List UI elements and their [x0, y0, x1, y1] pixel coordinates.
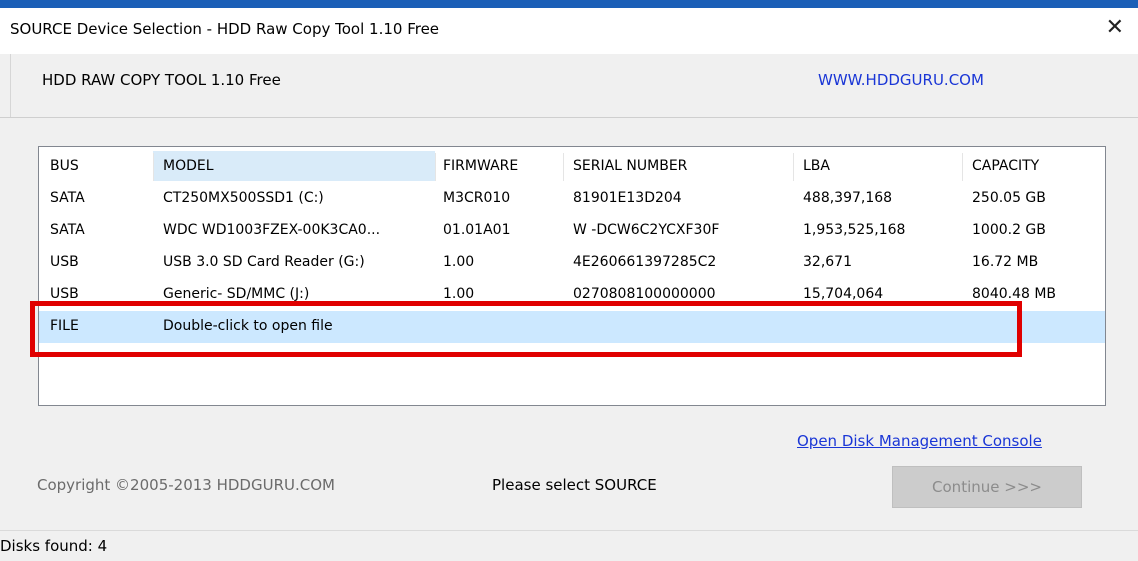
cell-model: CT250MX500SSD1 (C:) — [163, 190, 324, 206]
status-bar: Disks found: 4 — [0, 530, 1138, 561]
open-disk-management-link[interactable]: Open Disk Management Console — [797, 432, 1042, 450]
copyright-text: Copyright ©2005-2013 HDDGURU.COM — [37, 476, 335, 494]
window-top-strip — [0, 0, 1138, 8]
cell-serial: 4E260661397285C2 — [573, 254, 717, 270]
column-separator — [563, 153, 564, 181]
column-separator — [962, 153, 963, 181]
table-row[interactable]: SATA CT250MX500SSD1 (C:) M3CR010 81901E1… — [39, 183, 1105, 215]
cell-serial: 81901E13D204 — [573, 190, 682, 206]
cell-firmware: 1.00 — [443, 254, 475, 270]
close-icon[interactable]: ✕ — [1106, 17, 1124, 39]
cell-bus: USB — [50, 254, 79, 270]
cell-firmware: 01.01A01 — [443, 222, 511, 238]
cell-bus: FILE — [50, 318, 79, 334]
column-header-firmware[interactable]: FIRMWARE — [443, 158, 518, 174]
column-header-lba[interactable]: LBA — [803, 158, 830, 174]
table-row[interactable]: SATA WDC WD1003FZEX-00K3CA0... 01.01A01 … — [39, 215, 1105, 247]
column-header-model[interactable]: MODEL — [163, 158, 214, 174]
column-header-capacity[interactable]: CAPACITY — [972, 158, 1039, 174]
table-row-file[interactable]: FILE Double-click to open file — [39, 311, 1105, 343]
cell-capacity: 250.05 GB — [972, 190, 1046, 206]
cell-lba: 32,671 — [803, 254, 852, 270]
status-message: Please select SOURCE — [492, 476, 657, 494]
cell-model: USB 3.0 SD Card Reader (G:) — [163, 254, 365, 270]
cell-lba: 15,704,064 — [803, 286, 884, 302]
cell-model: Generic- SD/MMC (J:) — [163, 286, 310, 302]
window-title: SOURCE Device Selection - HDD Raw Copy T… — [10, 20, 440, 38]
cell-capacity: 1000.2 GB — [972, 222, 1046, 238]
website-link[interactable]: WWW.HDDGURU.COM — [818, 71, 984, 89]
cell-bus: USB — [50, 286, 79, 302]
cell-bus: SATA — [50, 222, 85, 238]
column-header-bus[interactable]: BUS — [50, 158, 79, 174]
cell-capacity: 8040.48 MB — [972, 286, 1057, 302]
cell-capacity: 16.72 MB — [972, 254, 1039, 270]
cell-serial: W -DCW6C2YCXF30F — [573, 222, 720, 238]
header-panel: HDD RAW COPY TOOL 1.10 Free WWW.HDDGURU.… — [0, 54, 1138, 118]
cell-firmware: 1.00 — [443, 286, 475, 302]
column-separator — [1105, 153, 1106, 181]
continue-button[interactable]: Continue >>> — [892, 466, 1082, 508]
cell-firmware: M3CR010 — [443, 190, 511, 206]
cell-lba: 1,953,525,168 — [803, 222, 906, 238]
column-header-serial-number[interactable]: SERIAL NUMBER — [573, 158, 687, 174]
column-separator — [435, 153, 436, 181]
header-divider — [10, 54, 11, 117]
column-separator — [793, 153, 794, 181]
cell-bus: SATA — [50, 190, 85, 206]
cell-model: Double-click to open file — [163, 318, 333, 334]
table-row[interactable]: USB Generic- SD/MMC (J:) 1.00 0270808100… — [39, 279, 1105, 311]
table-row[interactable]: USB USB 3.0 SD Card Reader (G:) 1.00 4E2… — [39, 247, 1105, 279]
column-separator — [153, 153, 154, 181]
table-header: BUS MODEL FIRMWARE SERIAL NUMBER LBA CAP… — [39, 149, 1105, 183]
disks-found-label: Disks found: 4 — [0, 537, 108, 555]
cell-lba: 488,397,168 — [803, 190, 893, 206]
app-name: HDD RAW COPY TOOL 1.10 Free — [42, 71, 281, 89]
device-list[interactable]: BUS MODEL FIRMWARE SERIAL NUMBER LBA CAP… — [38, 146, 1106, 406]
cell-serial: 0270808100000000 — [573, 286, 716, 302]
cell-model: WDC WD1003FZEX-00K3CA0... — [163, 222, 381, 238]
title-bar: SOURCE Device Selection - HDD Raw Copy T… — [0, 8, 1138, 54]
